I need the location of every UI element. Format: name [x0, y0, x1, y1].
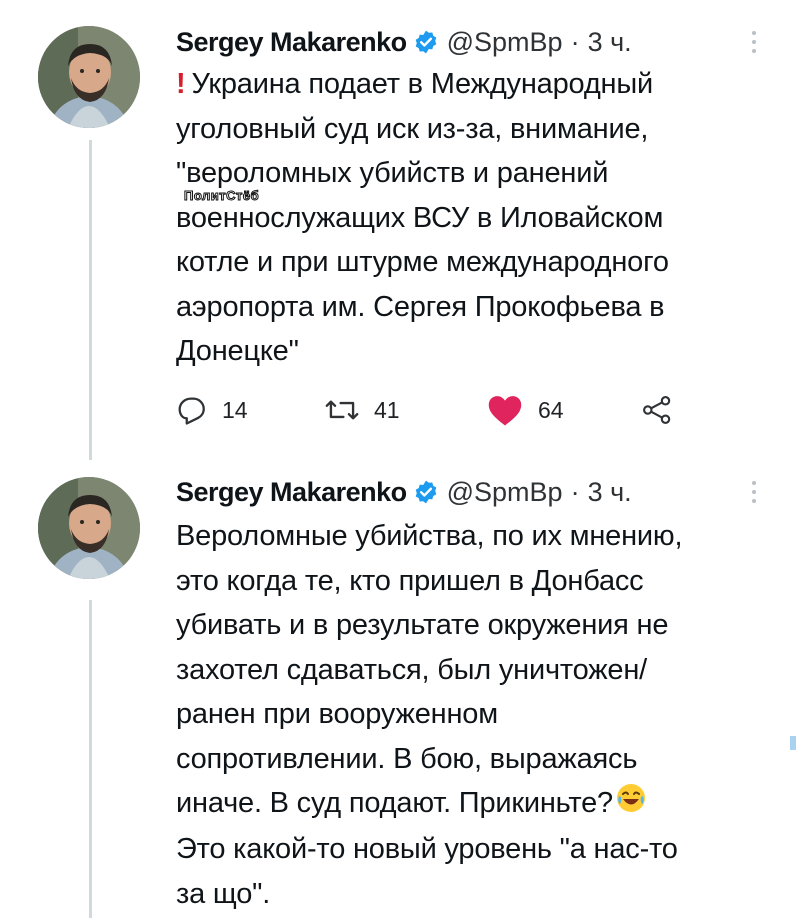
text-line: ! Украина подает в Международный — [176, 68, 653, 100]
tweet-header: Sergey Makarenko @SpmBp · 3 ч. — [176, 22, 632, 62]
tweet-header: Sergey Makarenko @SpmBp · 3 ч. — [176, 472, 632, 512]
avatar[interactable] — [38, 477, 140, 579]
share-button[interactable] — [640, 390, 674, 430]
text-line: сопротивлении. В бою, выражаясь — [176, 742, 638, 775]
tweet-1[interactable]: Sergey Makarenko @SpmBp · 3 ч. ! Украина … — [0, 20, 800, 460]
heart-icon — [488, 396, 522, 426]
avatar-photo — [38, 26, 140, 128]
text-line: аэропорта им. Сергея Прокофьева в — [176, 290, 665, 323]
like-button[interactable]: 64 — [486, 390, 564, 430]
retweet-button[interactable]: 41 — [324, 390, 400, 430]
avatar-photo — [38, 477, 140, 579]
verified-badge-icon — [413, 29, 439, 55]
text-line: иначе. В суд подают. Прикиньте? — [176, 781, 776, 827]
reply-icon — [178, 397, 205, 425]
laughing-emoji-icon — [615, 782, 647, 828]
separator-dot: · — [570, 476, 580, 507]
author-name[interactable]: Sergey Makarenko — [176, 27, 407, 58]
reply-button[interactable]: 14 — [174, 390, 248, 430]
alert-mark: ! — [176, 68, 186, 100]
tweet-text: Вероломные убийства, по их мнению, это к… — [176, 514, 776, 916]
text-line: это когда те, кто пришел в Донбасс — [176, 564, 644, 597]
text-line: Это какой-то новый уровень "а нас-то — [176, 833, 678, 866]
separator-dot: · — [570, 26, 580, 57]
more-icon[interactable] — [744, 24, 764, 60]
text-line: ранен при вооруженном — [176, 698, 498, 730]
text-line: "вероломных убийств и ранений — [176, 157, 609, 189]
tweet-2[interactable]: Sergey Makarenko @SpmBp · 3 ч. Вероломны… — [0, 472, 800, 918]
watermark: ПолитСтёб — [183, 188, 260, 204]
like-count: 64 — [538, 396, 564, 423]
text-line: военнослужащих ВСУ в Иловайском — [176, 201, 664, 234]
text-line: захотел сдаваться, был уничтожен/ — [176, 653, 648, 686]
scrollbar[interactable] — [790, 736, 796, 750]
avatar[interactable] — [38, 26, 140, 128]
text-line: уголовный суд иск из-за, внимание, — [176, 112, 649, 145]
tweet-actions: 14 41 64 — [174, 390, 714, 430]
author-name[interactable]: Sergey Makarenko — [176, 477, 407, 508]
text-line: убивать и в результате окружения не — [176, 609, 669, 641]
timestamp[interactable]: 3 ч. — [588, 477, 632, 508]
retweet-count: 41 — [374, 396, 400, 423]
more-icon[interactable] — [744, 474, 764, 510]
author-handle[interactable]: @SpmBp — [447, 27, 563, 58]
text-line: за що". — [176, 877, 271, 910]
text-line: Вероломные убийства, по их мнению, — [176, 520, 683, 552]
verified-badge-icon — [413, 479, 439, 505]
text-line: котле и при штурме международного — [176, 246, 669, 278]
tweet-text: ! Украина подает в Международный уголовны… — [176, 62, 776, 374]
timestamp[interactable]: 3 ч. — [588, 27, 632, 58]
author-handle[interactable]: @SpmBp — [447, 477, 563, 508]
retweet-icon — [325, 400, 359, 420]
share-icon — [643, 396, 671, 424]
reply-count: 14 — [222, 396, 248, 423]
text-line: Донецке" — [176, 335, 299, 367]
